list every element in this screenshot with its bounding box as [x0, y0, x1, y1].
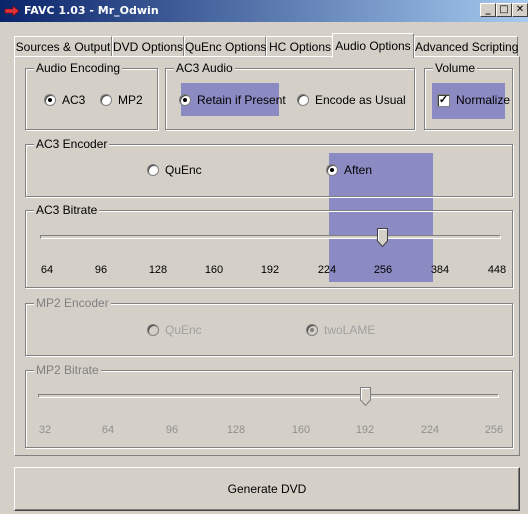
radio-aften-label: Aften [344, 163, 373, 177]
ac3-tick: 160 [204, 264, 224, 276]
ac3-tick: 192 [260, 264, 280, 276]
tab-audio-options[interactable]: Audio Options [332, 33, 414, 58]
normalize-label: Normalize [456, 93, 511, 107]
arrow-right-icon [4, 5, 20, 17]
ac3-tick: 96 [94, 264, 108, 276]
radio-encode-as-usual[interactable]: Encode as Usual [297, 93, 406, 107]
radio-mp2-quenc: QuEnc [147, 323, 202, 337]
mp2-bitrate-slider-thumb [360, 387, 371, 406]
close-button[interactable]: ✕ [512, 3, 528, 17]
mp2-bitrate-title: MP2 Bitrate [34, 363, 101, 377]
mp2-tick: 224 [420, 424, 440, 436]
tab-quenc-options[interactable]: QuEnc Options [184, 36, 266, 57]
tab-sources-output[interactable]: Sources & Output [14, 36, 112, 57]
tab-hc-options[interactable]: HC Options [266, 36, 334, 57]
ac3-bitrate-title: AC3 Bitrate [34, 203, 100, 217]
ac3-tick: 64 [40, 264, 54, 276]
mp2-tick: 96 [165, 424, 179, 436]
check-icon: ✓ [437, 93, 450, 107]
radio-ac3[interactable]: AC3 [44, 93, 85, 107]
generate-dvd-button[interactable]: Generate DVD [14, 467, 520, 511]
ac3-tick: 128 [148, 264, 168, 276]
radio-dot [179, 94, 191, 106]
radio-dot [326, 164, 338, 176]
ac3-tick: 448 [487, 264, 507, 276]
mp2-tick: 160 [291, 424, 311, 436]
mp2-tick: 64 [101, 424, 115, 436]
radio-dot [44, 94, 56, 106]
mp2-tick: 128 [226, 424, 246, 436]
radio-mp2-label: MP2 [118, 93, 143, 107]
volume-title: Volume [433, 61, 478, 75]
mp2-tick: 32 [38, 424, 52, 436]
tab-strip: Sources & Output DVD Options QuEnc Optio… [14, 33, 519, 58]
radio-twolame: twoLAME [306, 323, 375, 337]
radio-dot [147, 164, 159, 176]
window-title: FAVC 1.03 - Mr_Odwin [24, 4, 159, 17]
ac3-tick: 224 [317, 264, 337, 276]
radio-quenc[interactable]: QuEnc [147, 163, 202, 177]
tab-advanced-scripting[interactable]: Advanced Scripting [414, 36, 518, 57]
ac3-audio-title: AC3 Audio [174, 61, 235, 75]
ac3-bitrate-slider-track[interactable] [40, 235, 501, 239]
mp2-encoder-group: MP2 Encoder [25, 296, 513, 356]
radio-ac3-label: AC3 [62, 93, 86, 107]
normalize-checkbox[interactable]: ✓ Normalize [437, 93, 510, 107]
radio-mp2[interactable]: MP2 [100, 93, 143, 107]
maximize-button[interactable]: □ [496, 3, 512, 17]
ac3-tick: 384 [430, 264, 450, 276]
radio-dot [306, 324, 318, 336]
ac3-encoder-group: AC3 Encoder [25, 137, 513, 197]
mp2-bitrate-group: MP2 Bitrate [25, 363, 513, 448]
radio-dot [297, 94, 309, 106]
mp2-encoder-title: MP2 Encoder [34, 296, 111, 310]
radio-quenc-label: QuEnc [165, 163, 202, 177]
radio-retain-label: Retain if Present [197, 93, 286, 107]
ac3-encoder-title: AC3 Encoder [34, 137, 110, 151]
radio-encode-label: Encode as Usual [315, 93, 406, 107]
radio-aften[interactable]: Aften [326, 163, 372, 177]
ac3-bitrate-slider-thumb[interactable] [377, 228, 388, 247]
title-bar: FAVC 1.03 - Mr_Odwin _ □ ✕ [0, 0, 528, 22]
mp2-bitrate-slider-track [38, 394, 499, 398]
ac3-bitrate-group: AC3 Bitrate [25, 203, 513, 288]
radio-dot [100, 94, 112, 106]
radio-twolame-label: twoLAME [324, 323, 376, 337]
tab-dvd-options[interactable]: DVD Options [112, 36, 184, 57]
radio-dot [147, 324, 159, 336]
audio-encoding-title: Audio Encoding [34, 61, 123, 75]
radio-retain-if-present[interactable]: Retain if Present [179, 93, 286, 107]
radio-mp2-quenc-label: QuEnc [165, 323, 202, 337]
minimize-button[interactable]: _ [480, 3, 496, 17]
mp2-tick: 192 [355, 424, 375, 436]
mp2-tick: 256 [484, 424, 504, 436]
ac3-tick: 256 [373, 264, 393, 276]
